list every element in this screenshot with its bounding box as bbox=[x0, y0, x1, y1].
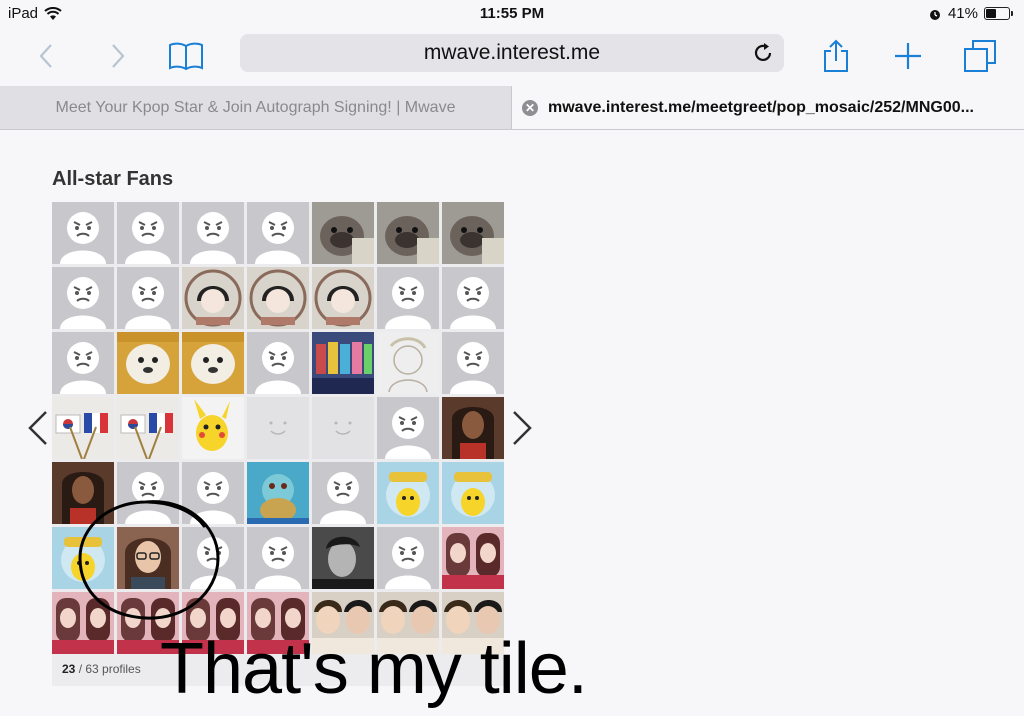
tabs-button[interactable] bbox=[960, 36, 1000, 76]
tab-title: mwave.interest.me/meetgreet/pop_mosaic/2… bbox=[548, 98, 974, 116]
fan-tile-puppy[interactable] bbox=[182, 332, 244, 394]
previous-arrow-icon[interactable] bbox=[26, 408, 50, 448]
fan-tile-idol-pink[interactable] bbox=[442, 527, 504, 589]
close-tab-icon[interactable]: ✕ bbox=[522, 99, 538, 116]
fan-tile-avatar[interactable] bbox=[442, 332, 504, 394]
fan-tile-bw-man[interactable] bbox=[312, 527, 374, 589]
battery-icon bbox=[984, 7, 1013, 20]
fan-tile-avatar[interactable] bbox=[182, 527, 244, 589]
tab-title: Meet Your Kpop Star & Join Autograph Sig… bbox=[55, 98, 456, 116]
fan-tile-face[interactable] bbox=[247, 397, 309, 459]
fan-tile-avatar[interactable] bbox=[247, 527, 309, 589]
share-icon bbox=[824, 39, 848, 72]
fan-tile-flags[interactable] bbox=[117, 397, 179, 459]
fan-tile-avatar[interactable] bbox=[377, 397, 439, 459]
fan-tile-avatar[interactable] bbox=[442, 267, 504, 329]
bookmarks-icon bbox=[169, 42, 203, 71]
fan-tile-portrait[interactable] bbox=[442, 397, 504, 459]
tabs-icon bbox=[964, 40, 996, 72]
fan-tile-squirtle[interactable] bbox=[247, 462, 309, 524]
bookmarks-button[interactable] bbox=[166, 36, 206, 76]
fan-tile-avatar[interactable] bbox=[117, 202, 179, 264]
back-icon bbox=[39, 44, 52, 68]
fan-tile-avatar[interactable] bbox=[117, 462, 179, 524]
fan-tile-dog[interactable] bbox=[442, 202, 504, 264]
annotation-caption: That's my tile. bbox=[160, 629, 588, 709]
fan-tile-avatar[interactable] bbox=[182, 462, 244, 524]
fan-tile-pikachu-badge[interactable] bbox=[442, 462, 504, 524]
fan-tile-avatar[interactable] bbox=[312, 462, 374, 524]
address-bar[interactable]: mwave.interest.me bbox=[240, 34, 784, 72]
fan-tile-avatar[interactable] bbox=[182, 202, 244, 264]
fan-tile-avatar[interactable] bbox=[247, 202, 309, 264]
battery-percent: 41% bbox=[947, 5, 978, 22]
fan-tile-group[interactable] bbox=[312, 332, 374, 394]
fan-mosaic-grid bbox=[52, 202, 504, 686]
page-title: All-star Fans bbox=[52, 168, 174, 190]
fan-tile-girl[interactable] bbox=[247, 267, 309, 329]
new-tab-button[interactable] bbox=[888, 36, 928, 76]
reload-icon[interactable] bbox=[752, 42, 774, 64]
fan-tile-idol-pink[interactable] bbox=[52, 592, 114, 654]
fan-tile-dog[interactable] bbox=[377, 202, 439, 264]
fan-tile-girl[interactable] bbox=[182, 267, 244, 329]
fan-tile-flags[interactable] bbox=[52, 397, 114, 459]
fan-tile-pikachu[interactable] bbox=[182, 397, 244, 459]
new-tab-icon bbox=[895, 43, 921, 69]
fan-tile-portrait[interactable] bbox=[52, 462, 114, 524]
fan-tile-avatar[interactable] bbox=[377, 267, 439, 329]
fan-tile-pikachu-badge[interactable] bbox=[52, 527, 114, 589]
fan-tile-face[interactable] bbox=[312, 397, 374, 459]
fan-tile-avatar[interactable] bbox=[247, 332, 309, 394]
fan-tile-puppy[interactable] bbox=[117, 332, 179, 394]
alarm-icon bbox=[929, 9, 940, 20]
profile-count-current: 23 bbox=[62, 662, 76, 676]
address-text: mwave.interest.me bbox=[423, 41, 601, 64]
profile-count-total: / 63 profiles bbox=[75, 662, 141, 676]
tab-strip: Meet Your Kpop Star & Join Autograph Sig… bbox=[0, 86, 1024, 130]
fan-tile-girl[interactable] bbox=[312, 267, 374, 329]
share-button[interactable] bbox=[816, 36, 856, 76]
fan-tile-avatar[interactable] bbox=[52, 202, 114, 264]
fan-tile-pikachu-badge[interactable] bbox=[377, 462, 439, 524]
forward-icon bbox=[112, 44, 125, 68]
fan-tile-avatar[interactable] bbox=[52, 267, 114, 329]
battery-fill bbox=[986, 9, 996, 18]
profile-counter: 23 / 63 profiles bbox=[62, 662, 141, 676]
fan-tile-dog[interactable] bbox=[312, 202, 374, 264]
tab-pop-mosaic[interactable]: ✕ mwave.interest.me/meetgreet/pop_mosaic… bbox=[512, 86, 1024, 129]
clock: 11:55 PM bbox=[479, 5, 545, 22]
fan-tile-sketch[interactable] bbox=[377, 332, 439, 394]
fan-tile-avatar[interactable] bbox=[52, 332, 114, 394]
back-button[interactable] bbox=[26, 36, 66, 76]
fan-tile-avatar[interactable] bbox=[377, 527, 439, 589]
next-arrow-icon[interactable] bbox=[510, 408, 534, 448]
status-bar: iPad 11:55 PM 41% bbox=[0, 0, 1024, 28]
forward-button[interactable] bbox=[98, 36, 138, 76]
tab-mwave-meet[interactable]: Meet Your Kpop Star & Join Autograph Sig… bbox=[0, 86, 512, 129]
fan-tile-avatar[interactable] bbox=[117, 267, 179, 329]
fan-tile-selfie[interactable] bbox=[117, 527, 179, 589]
browser-toolbar: mwave.interest.me bbox=[0, 28, 1024, 84]
